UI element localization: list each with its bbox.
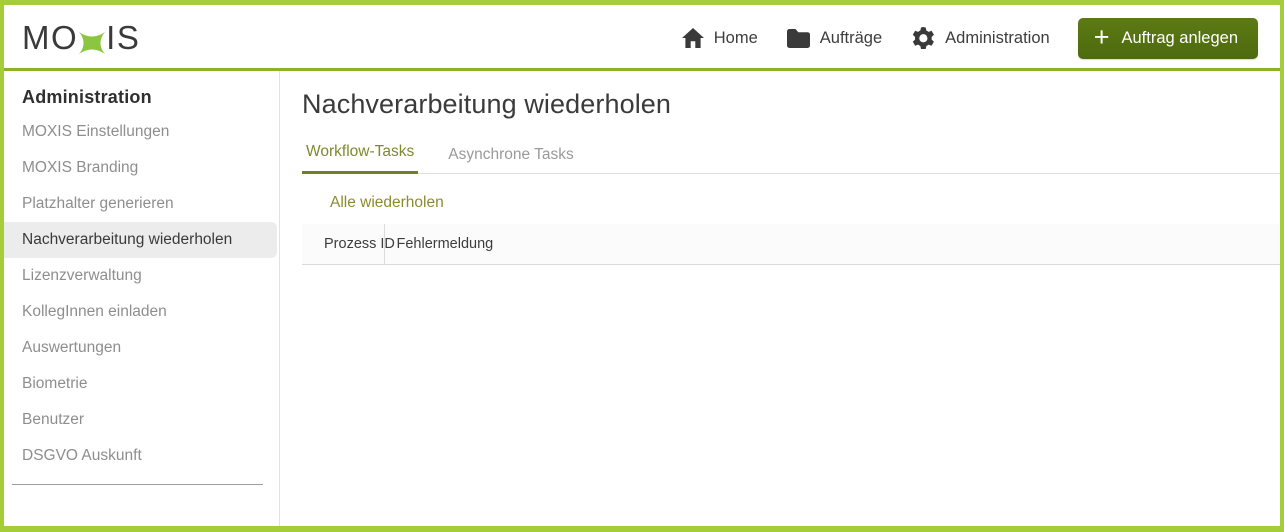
table-header-row: Prozess ID Fehlermeldung [302,224,1280,265]
sidebar-menu: MOXIS Einstellungen MOXIS Branding Platz… [4,114,279,474]
sidebar-divider [12,484,263,485]
sidebar-item-lizenzverwaltung[interactable]: Lizenzverwaltung [4,258,277,294]
folder-icon [786,28,811,49]
column-header-fehlermeldung[interactable]: Fehlermeldung [383,224,1280,265]
logo-text: MO IS [22,19,140,57]
create-order-button[interactable]: + Auftrag anlegen [1077,17,1258,59]
create-order-label: Auftrag anlegen [1121,28,1238,47]
app-header: MO IS Home Aufträge Administration + Auf… [4,5,1280,71]
moxis-logo[interactable]: MO IS [22,16,140,60]
column-header-prozess-id[interactable]: Prozess ID [302,224,395,265]
sidebar-item-kolleginnen-einladen[interactable]: KollegInnen einladen [4,294,277,330]
main-content: Nachverarbeitung wiederholen Workflow-Ta… [280,71,1280,526]
sidebar-item-dsgvo-auskunft[interactable]: DSGVO Auskunft [4,438,277,474]
sidebar-item-benutzer[interactable]: Benutzer [4,402,277,438]
gear-icon [910,25,936,51]
retry-all-link[interactable]: Alle wiederholen [330,194,444,212]
nav-label-auftraege: Aufträge [819,28,883,47]
home-icon [681,27,705,49]
logo-text-right: IS [106,19,141,56]
body-container: Administration MOXIS Einstellungen MOXIS… [4,71,1280,526]
tab-panel-workflow-tasks: Alle wiederholen Prozess ID Fehlermeldun… [302,174,1280,265]
sidebar-item-biometrie[interactable]: Biometrie [4,366,277,402]
workflow-tasks-table: Prozess ID Fehlermeldung [302,224,1280,265]
logo-text-left: MO [22,19,79,56]
app-window: MO IS Home Aufträge Administration + Auf… [0,0,1284,532]
nav-item-administration[interactable]: Administration [896,17,1064,59]
primary-nav: Home Aufträge Administration + Auftrag a… [667,17,1258,59]
nav-item-auftraege[interactable]: Aufträge [772,20,896,57]
tab-asynchrone-tasks[interactable]: Asynchrone Tasks [444,146,578,174]
sidebar-item-moxis-branding[interactable]: MOXIS Branding [4,150,277,186]
sidebar: Administration MOXIS Einstellungen MOXIS… [4,71,280,526]
nav-label-administration: Administration [945,28,1050,47]
tab-workflow-tasks[interactable]: Workflow-Tasks [302,143,419,174]
sidebar-item-platzhalter-generieren[interactable]: Platzhalter generieren [4,186,277,222]
table-body [302,264,1280,266]
page-title: Nachverarbeitung wiederholen [302,89,672,119]
sidebar-item-moxis-einstellungen[interactable]: MOXIS Einstellungen [4,114,277,150]
plus-icon: + [1093,21,1110,52]
sidebar-title: Administration [22,87,152,107]
nav-item-home[interactable]: Home [667,19,772,57]
moxis-x-icon [77,26,107,54]
tab-bar: Workflow-Tasks Asynchrone Tasks [302,142,1280,174]
table-empty-state [302,265,1280,266]
nav-label-home: Home [713,28,758,47]
table-head: Prozess ID Fehlermeldung [302,224,1280,265]
sidebar-item-nachverarbeitung-wiederholen[interactable]: Nachverarbeitung wiederholen [4,222,277,258]
sidebar-item-auswertungen[interactable]: Auswertungen [4,330,277,366]
